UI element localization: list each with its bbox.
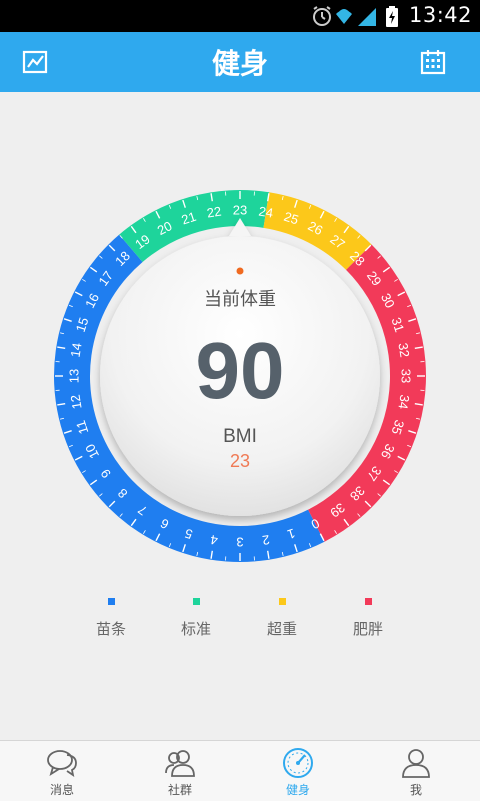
- legend-label: 标准: [156, 618, 236, 639]
- bottom-tab-bar: 消息 社群 健身 我: [0, 740, 480, 801]
- status-icons: [310, 4, 410, 28]
- dial-tick-label: 12: [68, 394, 85, 411]
- dial-tick-label: 14: [68, 342, 85, 359]
- app-header: 健身: [0, 32, 480, 92]
- legend-dot: [193, 598, 200, 605]
- dial-tick-label: 24: [258, 204, 275, 221]
- status-time: 13:42: [409, 3, 472, 27]
- tab-community[interactable]: 社群: [120, 741, 240, 801]
- bmi-value: 23: [230, 451, 250, 471]
- legend-label: 肥胖: [328, 618, 408, 639]
- legend-item-obese: 肥胖: [328, 598, 408, 639]
- message-icon: [45, 747, 79, 779]
- dial-tick-label: 34: [395, 394, 412, 411]
- legend-dot: [108, 598, 115, 605]
- fitness-gauge-icon: [281, 747, 315, 779]
- tab-me[interactable]: 我: [356, 741, 476, 801]
- tab-label: 健身: [238, 781, 358, 798]
- status-bar: 13:42: [0, 0, 480, 32]
- page-title: 健身: [0, 42, 480, 82]
- signal-icon: [358, 8, 376, 26]
- legend-label: 超重: [242, 618, 322, 639]
- calendar-icon[interactable]: [420, 48, 448, 76]
- weight-label: 当前体重: [204, 289, 276, 310]
- dial-tick-label: 23: [233, 203, 247, 218]
- battery-icon: [386, 6, 398, 27]
- tab-messages[interactable]: 消息: [2, 741, 122, 801]
- tab-label: 消息: [2, 781, 122, 798]
- legend-dot: [365, 598, 372, 605]
- dial-tick-label: 13: [67, 369, 82, 383]
- dial-tick-label: 22: [206, 204, 223, 221]
- community-icon: [163, 747, 197, 779]
- dial-tick-label: 3: [236, 535, 243, 550]
- legend-label: 苗条: [71, 618, 151, 639]
- legend-item-overweight: 超重: [242, 598, 322, 639]
- bmi-dial-svg: 0123456789101112131415161718192021222324…: [0, 92, 480, 592]
- legend-item-standard: 标准: [156, 598, 236, 639]
- profile-icon: [399, 747, 433, 779]
- tab-label: 社群: [120, 781, 240, 798]
- bmi-dial[interactable]: 0123456789101112131415161718192021222324…: [0, 92, 480, 592]
- tab-label: 我: [356, 781, 476, 798]
- tab-fitness[interactable]: 健身: [238, 741, 358, 801]
- dial-tick-label: 33: [399, 369, 414, 383]
- legend-dot: [279, 598, 286, 605]
- legend-item-slim: 苗条: [71, 598, 151, 639]
- wifi-icon: [336, 10, 352, 24]
- alarm-icon: [314, 7, 330, 25]
- pointer-dot: [237, 268, 244, 275]
- weight-value: 90: [196, 326, 285, 415]
- bmi-label: BMI: [223, 426, 257, 447]
- bmi-legend: 苗条 标准 超重 肥胖: [0, 598, 480, 658]
- dial-tick-label: 32: [395, 342, 412, 359]
